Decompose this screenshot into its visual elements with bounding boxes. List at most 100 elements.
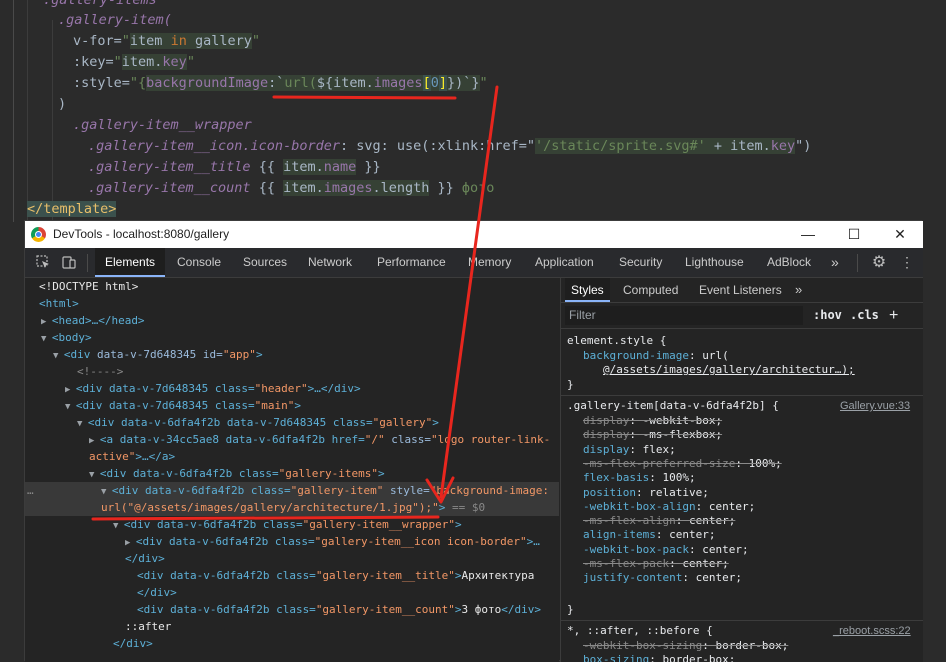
indent-guide — [27, 0, 28, 222]
elements-dom-tree[interactable]: <!DOCTYPE html> <html> ▶ <head>…</head> … — [25, 278, 559, 662]
style-value[interactable]: : relative; — [636, 486, 709, 499]
subtab-event-listeners[interactable]: Event Listeners — [699, 278, 782, 302]
chrome-logo-icon — [31, 227, 46, 242]
style-declaration[interactable]: -webkit-box-align: center; — [583, 500, 755, 514]
style-declaration[interactable]: -ms-flex-pack: center; — [583, 557, 729, 571]
dom-node[interactable]: </div> — [125, 550, 165, 567]
style-property[interactable]: justify-content — [583, 571, 682, 584]
tab-sources[interactable]: Sources — [243, 248, 287, 277]
tab-elements[interactable]: Elements — [95, 248, 166, 277]
style-property[interactable]: display — [583, 414, 629, 427]
tab-application[interactable]: Application — [535, 248, 594, 277]
more-options-icon[interactable]: ⋮ — [897, 248, 917, 277]
style-value[interactable]: : center; — [669, 557, 729, 570]
style-property[interactable]: -ms-flex-preferred-size — [583, 457, 735, 470]
class-toggle[interactable]: .cls — [850, 303, 879, 328]
maximize-button[interactable]: ☐ — [831, 221, 877, 248]
code-line: .gallery-item__icon.icon-border: svg: us… — [88, 138, 812, 154]
style-declaration[interactable]: -ms-flex-align: center; — [583, 514, 735, 528]
subtab-computed[interactable]: Computed — [623, 278, 678, 302]
dom-node-selected[interactable]: url("@/assets/images/gallery/architectur… — [101, 499, 485, 516]
style-declaration[interactable]: background-image: url( — [583, 349, 729, 363]
dom-node[interactable]: ▶ <div data-v-7d648345 class="header">…<… — [65, 380, 361, 397]
settings-gear-icon[interactable]: ⚙ — [869, 248, 889, 277]
dom-node[interactable]: <div data-v-6dfa4f2b class="gallery-item… — [137, 601, 541, 618]
style-property[interactable]: -webkit-box-sizing — [583, 639, 702, 652]
hover-state-toggle[interactable]: :hov — [813, 303, 842, 328]
dom-node[interactable]: ▼ <div data-v-6dfa4f2b data-v-7d648345 c… — [77, 414, 439, 431]
style-value[interactable]: : flex; — [629, 443, 675, 456]
code-line: :key="item.key" — [73, 54, 195, 70]
style-declaration[interactable]: align-items: center; — [583, 528, 715, 542]
style-declaration[interactable]: flex-basis: 100%; — [583, 471, 696, 485]
style-value[interactable]: : center; — [696, 500, 756, 513]
tab-security[interactable]: Security — [619, 248, 662, 277]
styles-filter-input[interactable]: Filter — [565, 306, 803, 325]
style-declaration[interactable]: display: -webkit-box; — [583, 414, 722, 428]
style-declaration[interactable]: -webkit-box-pack: center; — [583, 543, 749, 557]
style-value[interactable]: : 100%; — [649, 471, 695, 484]
more-tabs-button[interactable]: » — [831, 248, 839, 277]
tab-adblock[interactable]: AdBlock — [767, 248, 811, 277]
style-value[interactable]: : center; — [676, 514, 736, 527]
dom-node[interactable]: <!----> — [77, 363, 123, 380]
style-declaration[interactable]: -webkit-box-sizing: border-box; — [583, 639, 788, 653]
minimize-button[interactable]: — — [785, 221, 831, 248]
style-property[interactable]: display — [583, 443, 629, 456]
style-declaration[interactable]: display: -ms-flexbox; — [583, 428, 722, 442]
subtab-styles[interactable]: Styles — [565, 278, 610, 302]
dom-node[interactable]: ▶ <a data-v-34cc5ae8 data-v-6dfa4f2b hre… — [89, 431, 550, 448]
style-value[interactable]: : 100%; — [735, 457, 781, 470]
style-property[interactable]: -ms-flex-align — [583, 514, 676, 527]
dom-node[interactable]: ▼ <body> — [41, 329, 92, 346]
tab-network[interactable]: Network — [308, 248, 352, 277]
tab-lighthouse[interactable]: Lighthouse — [685, 248, 744, 277]
dom-node[interactable]: ▼ <div data-v-6dfa4f2b class="gallery-it… — [113, 516, 462, 533]
style-declaration[interactable]: justify-content: center; — [583, 571, 742, 585]
style-value[interactable]: : center; — [656, 528, 716, 541]
devtools-tabbar: Elements Console Sources Network Perform… — [25, 248, 923, 278]
dom-node[interactable]: ▶ <head>…</head> — [41, 312, 145, 329]
source-link[interactable]: Gallery.vue:33 — [840, 399, 910, 413]
tab-console[interactable]: Console — [177, 248, 221, 277]
dom-node[interactable]: </div> — [113, 635, 153, 652]
style-property[interactable]: align-items — [583, 528, 656, 541]
style-value[interactable]: : center; — [689, 543, 749, 556]
dom-node-selected[interactable]: ▼ <div data-v-6dfa4f2b class="gallery-it… — [101, 482, 549, 499]
dom-node[interactable]: ▼ <div data-v-6dfa4f2b class="gallery-it… — [89, 465, 385, 482]
style-value[interactable]: : border-box; — [702, 639, 788, 652]
style-property[interactable]: position — [583, 486, 636, 499]
dom-node[interactable]: </div> — [137, 584, 177, 601]
style-declaration[interactable]: -ms-flex-preferred-size: 100%; — [583, 457, 782, 471]
style-value[interactable]: : -webkit-box; — [629, 414, 722, 427]
device-toolbar-icon[interactable] — [59, 248, 79, 277]
new-style-rule-button[interactable]: + — [889, 303, 898, 328]
dom-node[interactable]: ▼ <div data-v-7d648345 id="app"> — [53, 346, 263, 363]
style-declaration[interactable]: display: flex; — [583, 443, 676, 457]
tab-memory[interactable]: Memory — [468, 248, 511, 277]
source-link[interactable]: _reboot.scss:22 — [833, 624, 911, 638]
style-property[interactable]: display — [583, 428, 629, 441]
code-editor[interactable]: .gallery-items .gallery-item( v-for="ite… — [0, 0, 946, 222]
dom-node-actions[interactable]: … — [27, 482, 34, 499]
style-value[interactable]: : center; — [682, 571, 742, 584]
close-button[interactable]: ✕ — [877, 221, 923, 248]
toolbar-divider — [857, 254, 858, 272]
dom-node[interactable]: ▶ <div data-v-6dfa4f2b class="gallery-it… — [125, 533, 540, 550]
style-declaration-value[interactable]: @/assets/images/gallery/architectur…); — [603, 363, 855, 377]
inspect-element-icon[interactable] — [33, 248, 53, 277]
dom-node[interactable]: <div data-v-6dfa4f2b class="gallery-item… — [137, 567, 534, 584]
style-value[interactable]: : -ms-flexbox; — [629, 428, 722, 441]
dom-node[interactable]: active">…</a> — [89, 448, 175, 465]
dom-node[interactable]: ▼ <div data-v-7d648345 class="main"> — [65, 397, 301, 414]
style-property[interactable]: -ms-flex-pack — [583, 557, 669, 570]
more-subtabs-button[interactable]: » — [795, 278, 802, 302]
tab-performance[interactable]: Performance — [377, 248, 446, 277]
style-declaration[interactable]: position: relative; — [583, 486, 709, 500]
dom-node[interactable]: <html> — [39, 295, 79, 312]
style-property[interactable]: -webkit-box-pack — [583, 543, 689, 556]
style-property[interactable]: -webkit-box-align — [583, 500, 696, 513]
dom-node[interactable]: <!DOCTYPE html> — [39, 278, 138, 295]
dom-node[interactable]: ::after — [125, 618, 171, 635]
style-property[interactable]: flex-basis — [583, 471, 649, 484]
